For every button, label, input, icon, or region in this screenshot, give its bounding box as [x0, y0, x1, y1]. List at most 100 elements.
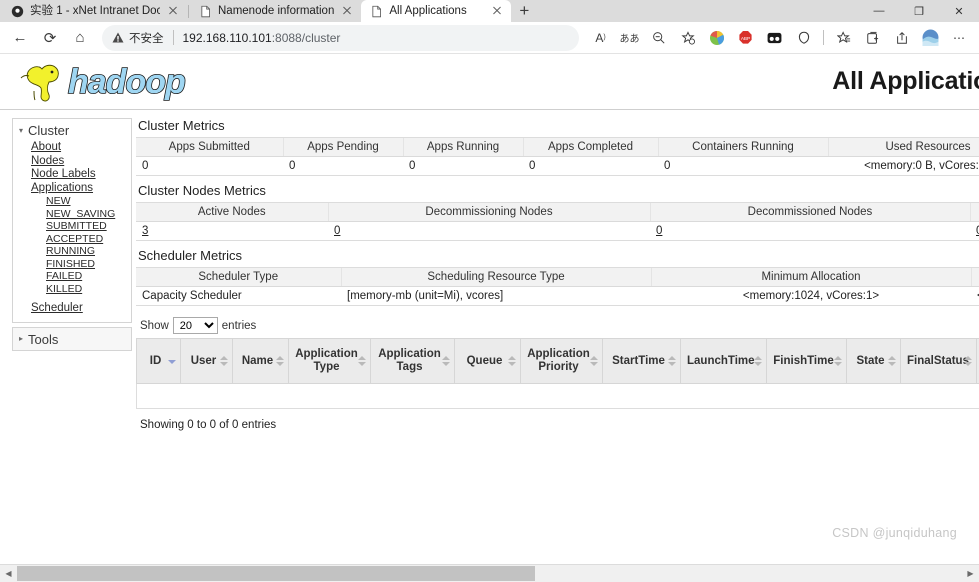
sidebar-item-new[interactable]: NEW	[13, 195, 131, 208]
decommissioned-nodes-link[interactable]: 0	[656, 225, 662, 237]
url-host: 192.168.110.101	[182, 30, 272, 45]
column-header[interactable]: Scheduler Type	[136, 267, 341, 287]
page-icon	[201, 5, 210, 17]
active-nodes-link[interactable]: 3	[142, 225, 148, 237]
column-label: User	[190, 354, 217, 367]
sidebar-section-tools-header[interactable]: ▸ Tools	[13, 327, 131, 350]
column-header-starttime[interactable]: StartTime	[602, 338, 681, 384]
column-header-application-type[interactable]: Application Type	[288, 338, 371, 384]
column-header[interactable]: Apps Pending	[282, 137, 403, 157]
column-header-application-priority[interactable]: Application Priority	[520, 338, 603, 384]
sidebar-item-scheduler[interactable]: Scheduler	[13, 302, 131, 316]
column-header-queue[interactable]: Queue	[454, 338, 521, 384]
zoom-out-icon[interactable]	[645, 25, 672, 51]
chevron-down-icon: ▾	[19, 125, 24, 135]
sidebar-section-label: Cluster	[28, 123, 70, 138]
chevron-right-icon: ▸	[19, 334, 24, 343]
column-header[interactable]: Apps Running	[402, 137, 523, 157]
column-header[interactable]: Scheduling Resource Type	[340, 267, 651, 287]
window-controls: — ❐ ✕	[859, 0, 979, 22]
sidebar-item-killed[interactable]: KILLED	[13, 283, 131, 296]
page-size-select[interactable]: 20 50 100	[172, 317, 218, 334]
tab-divider	[188, 4, 189, 18]
close-icon[interactable]	[490, 4, 504, 18]
column-label: ID	[149, 354, 162, 367]
sidebar-item-nodes[interactable]: Nodes	[13, 155, 131, 169]
column-label: StartTime	[612, 354, 665, 367]
read-aloud-icon[interactable]: A)	[587, 25, 614, 51]
sidebar-item-failed[interactable]: FAILED	[13, 270, 131, 283]
warning-triangle-icon	[112, 32, 124, 43]
close-window-icon[interactable]: ✕	[939, 0, 979, 22]
settings-more-icon[interactable]: ⋯	[946, 25, 973, 51]
column-header-user[interactable]: User	[180, 338, 233, 384]
back-icon[interactable]: ←	[6, 25, 34, 51]
sidebar-item-running[interactable]: RUNNING	[13, 245, 131, 258]
sidebar-item-accepted[interactable]: ACCEPTED	[13, 233, 131, 246]
column-header[interactable]: Used Resources	[827, 137, 979, 157]
column-header-finalstatus[interactable]: FinalStatus	[900, 338, 977, 384]
new-tab-button[interactable]: +	[511, 0, 537, 22]
decommissioning-nodes-link[interactable]: 0	[334, 225, 340, 237]
column-header[interactable]: Apps Submitted	[136, 137, 283, 157]
empty-message: No data available in table	[136, 383, 979, 409]
column-header-finishtime[interactable]: FinishTime	[766, 338, 847, 384]
security-label: 不安全	[129, 32, 164, 45]
sidebar-item-submitted[interactable]: SUBMITTED	[13, 220, 131, 233]
favorite-add-icon[interactable]	[674, 25, 701, 51]
column-header[interactable]: Containers Running	[657, 137, 828, 157]
sidebar-item-node-labels[interactable]: Node Labels	[13, 168, 131, 182]
browser-tab-1[interactable]: 实验 1 - xNet Intranet Document	[2, 0, 187, 22]
column-header-application-tags[interactable]: Application Tags	[370, 338, 455, 384]
cell-apps-completed: 0	[523, 156, 658, 176]
extension-colorful-icon[interactable]	[703, 25, 730, 51]
sidebar-item-new-saving[interactable]: NEW_SAVING	[13, 208, 131, 221]
address-bar[interactable]: 不安全 192.168.110.101:8088/cluster	[102, 24, 579, 51]
close-icon[interactable]	[340, 4, 354, 18]
sort-icon	[220, 356, 228, 366]
tab-strip: 实验 1 - xNet Intranet Document Namenode i…	[0, 0, 859, 22]
column-label: FinishTime	[773, 354, 834, 367]
extension-dark-icon[interactable]	[761, 25, 788, 51]
column-header-spacer	[970, 267, 979, 287]
column-header[interactable]: Decommissioned Nodes	[649, 202, 970, 222]
sidebar-item-finished[interactable]: FINISHED	[13, 258, 131, 271]
favorites-icon[interactable]	[830, 25, 857, 51]
column-header-state[interactable]: State	[846, 338, 901, 384]
translate-icon[interactable]: ああ	[616, 25, 643, 51]
collections-icon[interactable]	[859, 25, 886, 51]
sidebar-section-cluster-header[interactable]: ▾ Cluster	[13, 119, 131, 141]
watermark-text: CSDN @junqiduhang	[832, 526, 957, 540]
column-header[interactable]: Minimum Allocation	[650, 267, 971, 287]
column-header[interactable]: Active Nodes	[136, 202, 328, 222]
scrollbar-track[interactable]	[17, 565, 979, 582]
adblock-icon[interactable]: ABP	[732, 25, 759, 51]
column-header[interactable]: Decommissioning Nodes	[327, 202, 650, 222]
browser-tab-2[interactable]: Namenode information	[190, 0, 361, 22]
horizontal-scrollbar[interactable]: ◀ ▶	[0, 564, 979, 582]
scroll-left-icon[interactable]: ◀	[0, 565, 17, 582]
sidebar-item-applications[interactable]: Applications	[13, 182, 131, 196]
extension-ghost-icon[interactable]	[790, 25, 817, 51]
cluster-nodes-metrics-table: Active Nodes Decommissioning Nodes Decom…	[136, 202, 979, 241]
close-icon[interactable]	[166, 4, 180, 18]
home-icon[interactable]: ⌂	[66, 25, 94, 51]
scroll-right-icon[interactable]: ▶	[962, 565, 979, 582]
column-header-id[interactable]: ID	[136, 338, 181, 384]
column-header-launchtime[interactable]: LaunchTime	[680, 338, 767, 384]
share-icon[interactable]	[888, 25, 915, 51]
column-header-name[interactable]: Name	[232, 338, 289, 384]
maximize-icon[interactable]: ❐	[899, 0, 939, 22]
cell-active-nodes: 3	[136, 221, 328, 241]
sort-desc-icon	[168, 356, 176, 366]
profile-avatar-icon[interactable]	[917, 25, 944, 51]
reload-icon[interactable]: ⟳	[36, 25, 64, 51]
sidebar-item-about[interactable]: About	[13, 141, 131, 155]
minimize-icon[interactable]: —	[859, 0, 899, 22]
column-header[interactable]: Apps Completed	[522, 137, 658, 157]
cell-containers-running: 0	[658, 156, 828, 176]
scrollbar-thumb[interactable]	[17, 566, 535, 581]
entries-label: entries	[221, 319, 257, 332]
toolbar-divider	[823, 30, 824, 45]
browser-tab-3[interactable]: All Applications	[361, 0, 512, 22]
